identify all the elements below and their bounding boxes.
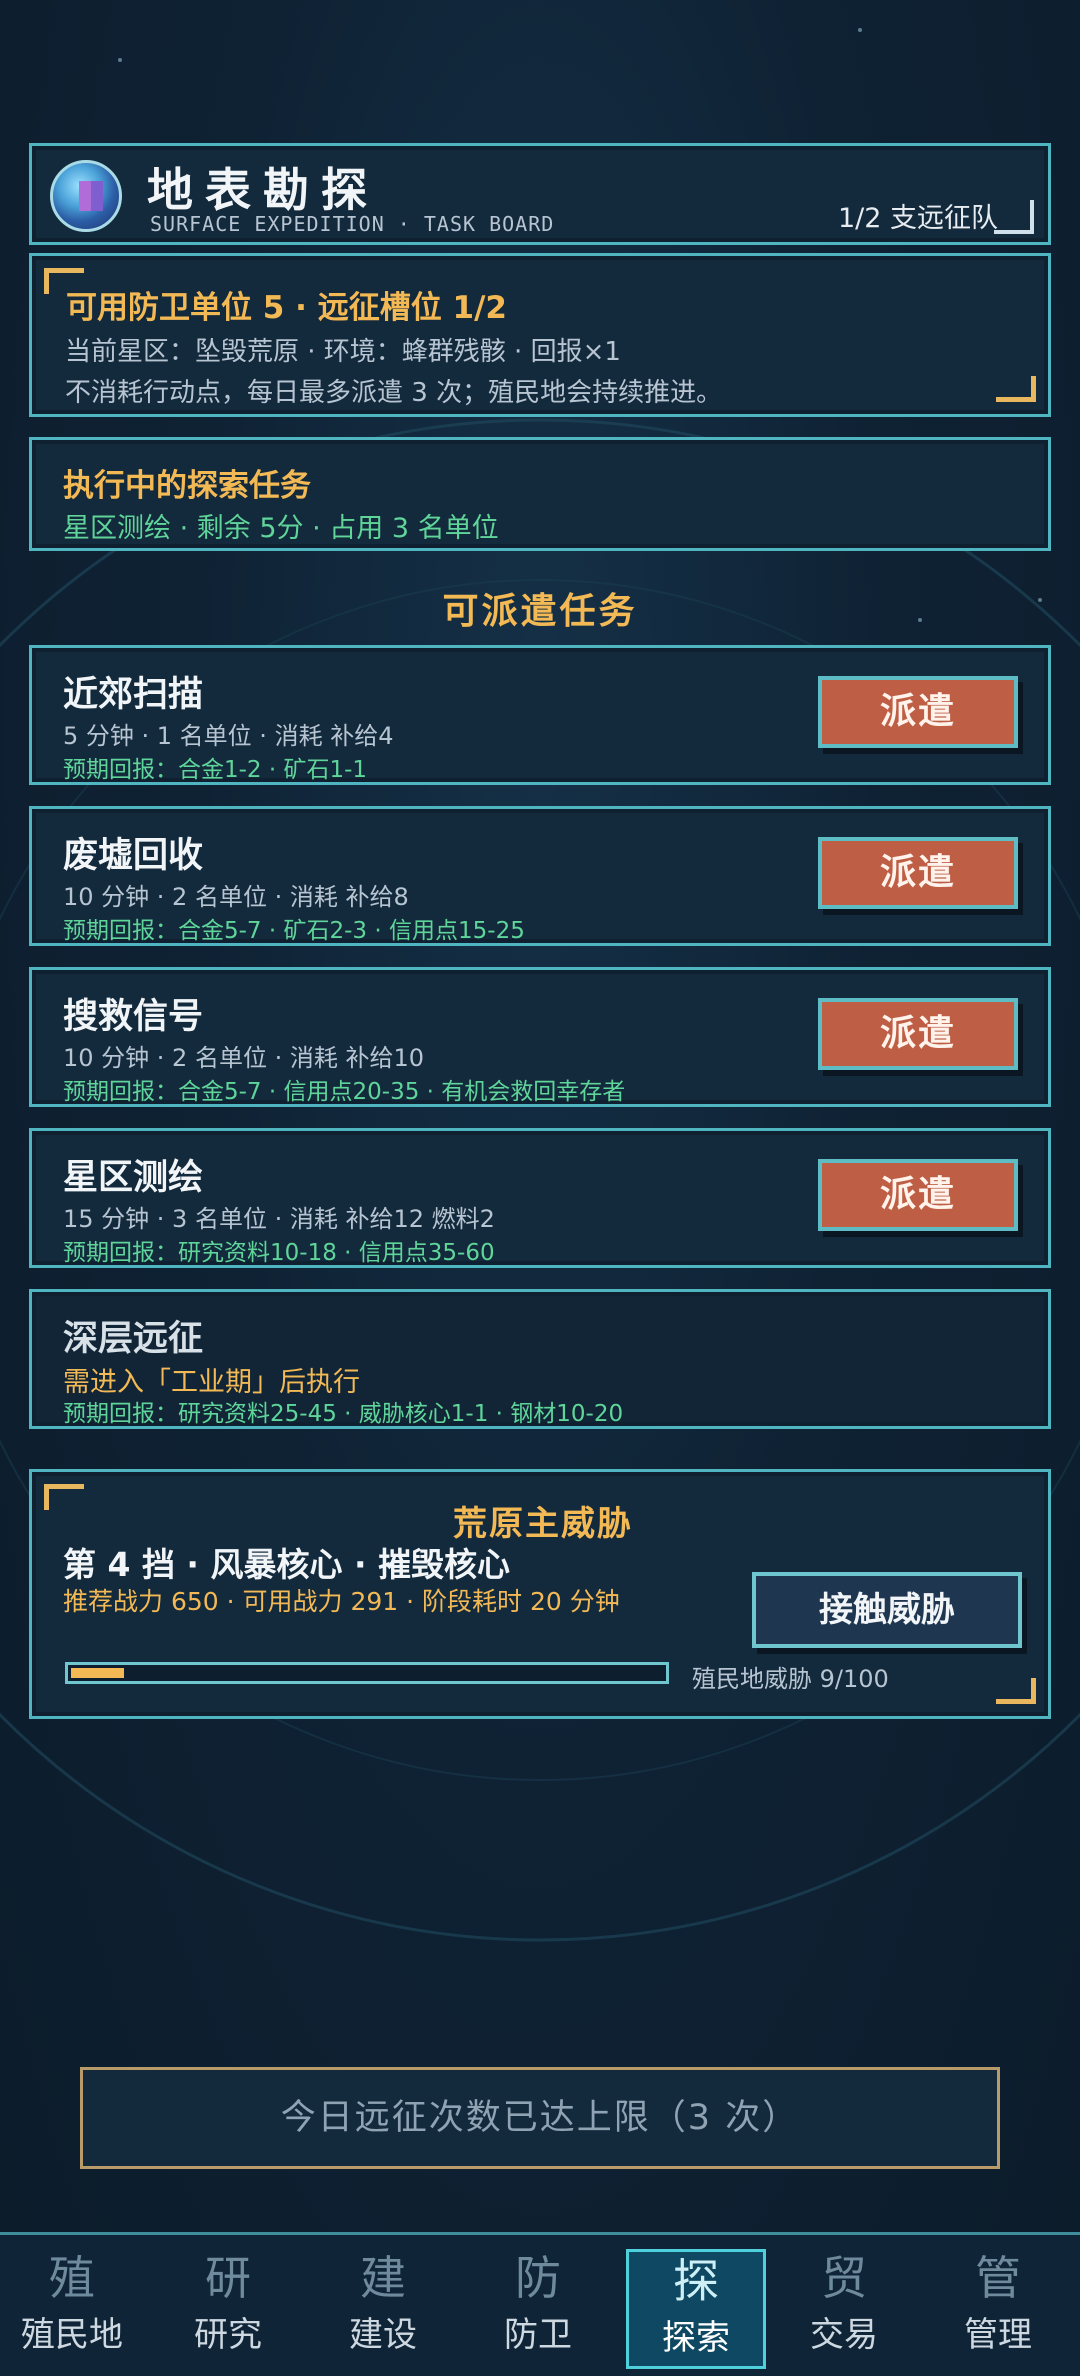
squad-count: 1/2 支远征队 — [837, 203, 998, 234]
threat-panel: 荒原主威胁 第 4 挡 · 风暴核心 · 摧毁核心 推荐战力 650 · 可用战… — [29, 1469, 1051, 1719]
nav-label: 建设 — [349, 2315, 417, 2355]
threat-stats: 推荐战力 650 · 可用战力 291 · 阶段耗时 20 分钟 — [63, 1587, 620, 1616]
task-meta: 15 分钟 · 3 名单位 · 消耗 补给12 燃料2 — [63, 1205, 495, 1233]
page-title: 地表勘探 — [147, 163, 379, 217]
task-card: 近郊扫描 5 分钟 · 1 名单位 · 消耗 补给4 预期回报：合金1-2 · … — [29, 645, 1051, 785]
task-name: 近郊扫描 — [63, 675, 204, 715]
header-panel: 地表勘探 SURFACE EXPEDITION · TASK BOARD 1/2… — [29, 143, 1051, 245]
running-detail: 星区测绘 · 剩余 5分 · 占用 3 名单位 — [63, 513, 499, 544]
dispatch-button[interactable]: 派遣 — [818, 998, 1018, 1070]
trade-icon: 贸 — [821, 2251, 867, 2305]
nav-item-manage[interactable]: 管 管理 — [928, 2249, 1068, 2369]
corner-bracket-icon — [994, 200, 1034, 234]
manage-icon: 管 — [975, 2251, 1021, 2305]
info-panel: 可用防卫单位 5 · 远征槽位 1/2 当前星区：坠毁荒原 · 环境：蜂群残骸 … — [29, 253, 1051, 417]
nav-item-trade[interactable]: 贸 交易 — [774, 2249, 914, 2369]
task-reward: 预期回报：合金5-7 · 矿石2-3 · 信用点15-25 — [63, 918, 525, 944]
info-rules: 不消耗行动点，每日最多派遣 3 次；殖民地会持续推进。 — [65, 378, 723, 408]
nav-label: 交易 — [810, 2315, 878, 2355]
colony-icon: 殖 — [49, 2251, 95, 2305]
task-name: 废墟回收 — [63, 836, 204, 876]
corner-bracket-icon — [996, 1678, 1036, 1704]
threat-label: 殖民地威胁 9/100 — [692, 1665, 889, 1693]
build-icon: 建 — [360, 2251, 406, 2305]
research-icon: 研 — [205, 2251, 251, 2305]
task-card: 废墟回收 10 分钟 · 2 名单位 · 消耗 补给8 预期回报：合金5-7 ·… — [29, 806, 1051, 946]
defense-icon: 防 — [515, 2251, 561, 2305]
dispatch-button[interactable]: 派遣 — [818, 837, 1018, 909]
task-card: 星区测绘 15 分钟 · 3 名单位 · 消耗 补给12 燃料2 预期回报：研究… — [29, 1128, 1051, 1268]
nav-label: 管理 — [964, 2315, 1032, 2355]
daily-limit-banner: 今日远征次数已达上限（3 次） — [80, 2067, 1000, 2169]
task-meta: 10 分钟 · 2 名单位 · 消耗 补给10 — [63, 1044, 425, 1072]
task-name: 深层远征 — [63, 1319, 204, 1359]
nav-item-explore[interactable]: 探 探索 — [626, 2249, 766, 2369]
task-card-locked: 深层远征 需进入「工业期」后执行 预期回报：研究资料25-45 · 威胁核心1-… — [29, 1289, 1051, 1429]
bottom-nav: 殖 殖民地 研 研究 建 建设 防 防卫 探 探索 贸 交易 管 管理 — [0, 2232, 1080, 2376]
threat-progress-bar — [65, 1662, 669, 1684]
nav-item-defense[interactable]: 防 防卫 — [468, 2249, 608, 2369]
info-units: 可用防卫单位 5 · 远征槽位 1/2 — [66, 290, 507, 326]
contact-threat-button[interactable]: 接触威胁 — [752, 1572, 1022, 1648]
task-reward: 预期回报：合金5-7 · 信用点20-35 · 有机会救回幸存者 — [63, 1079, 626, 1105]
dispatch-button[interactable]: 派遣 — [818, 1159, 1018, 1231]
task-card: 搜救信号 10 分钟 · 2 名单位 · 消耗 补给10 预期回报：合金5-7 … — [29, 967, 1051, 1107]
info-sector: 当前星区：坠毁荒原 · 环境：蜂群残骸 · 回报×1 — [65, 337, 621, 367]
explore-icon: 探 — [673, 2254, 719, 2308]
section-title: 可派遣任务 — [442, 591, 638, 632]
task-meta: 5 分钟 · 1 名单位 · 消耗 补给4 — [63, 722, 394, 750]
task-meta: 10 分钟 · 2 名单位 · 消耗 补给8 — [63, 883, 409, 911]
planet-icon — [50, 160, 122, 232]
nav-label: 殖民地 — [21, 2315, 123, 2355]
running-title: 执行中的探索任务 — [63, 468, 311, 504]
task-name: 搜救信号 — [63, 997, 204, 1037]
dispatch-button[interactable]: 派遣 — [818, 676, 1018, 748]
task-reward: 预期回报：合金1-2 · 矿石1-1 — [63, 757, 368, 783]
task-name: 星区测绘 — [63, 1158, 204, 1198]
nav-item-build[interactable]: 建 建设 — [313, 2249, 453, 2369]
task-reward: 预期回报：研究资料10-18 · 信用点35-60 — [63, 1240, 495, 1266]
threat-progress-fill — [71, 1668, 124, 1678]
page-subtitle: SURFACE EXPEDITION · TASK BOARD — [150, 212, 555, 236]
nav-label: 研究 — [194, 2315, 262, 2355]
nav-label: 防卫 — [504, 2315, 572, 2355]
task-reward: 预期回报：研究资料25-45 · 威胁核心1-1 · 钢材10-20 — [63, 1401, 624, 1427]
threat-tier: 第 4 挡 · 风暴核心 · 摧毁核心 — [63, 1545, 510, 1584]
corner-bracket-icon — [996, 376, 1036, 402]
nav-item-research[interactable]: 研 研究 — [158, 2249, 298, 2369]
running-task-panel: 执行中的探索任务 星区测绘 · 剩余 5分 · 占用 3 名单位 — [29, 437, 1051, 551]
nav-item-colony[interactable]: 殖 殖民地 — [2, 2249, 142, 2369]
nav-label: 探索 — [662, 2318, 730, 2358]
